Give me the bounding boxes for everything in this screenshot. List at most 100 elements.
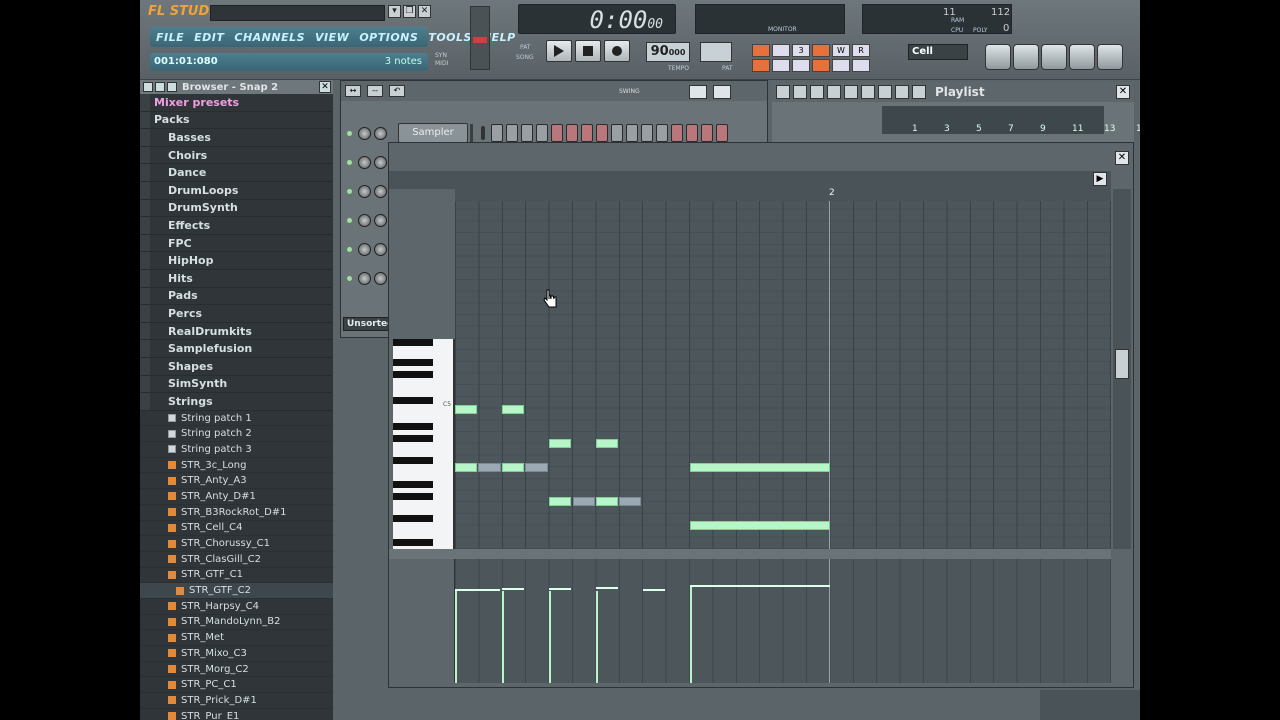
loop-icon[interactable] — [752, 59, 770, 72]
playlist-close-icon[interactable]: ✕ — [1116, 85, 1130, 99]
note-block[interactable] — [478, 463, 501, 472]
pan-knob[interactable] — [358, 126, 371, 140]
vertical-scrollbar[interactable] — [1113, 189, 1131, 549]
playlist-menu-icon[interactable] — [776, 85, 790, 99]
piano-roll-icon[interactable] — [1041, 44, 1067, 70]
file-item[interactable]: STR_Anty_D#1 — [140, 489, 333, 505]
channel-led[interactable] — [347, 217, 352, 223]
browser-snap-icon[interactable] — [167, 82, 177, 92]
scroll-right-icon[interactable]: ▶ — [1093, 172, 1107, 186]
volume-knob[interactable] — [374, 213, 387, 227]
piano-roll-close-icon[interactable]: ✕ — [1115, 151, 1129, 165]
file-item[interactable]: STR_B3RockRot_D#1 — [140, 505, 333, 521]
black-key[interactable] — [393, 493, 433, 500]
step-button[interactable] — [701, 124, 713, 142]
channel-select-light[interactable] — [481, 126, 485, 140]
channel-button[interactable]: Sampler — [398, 123, 468, 143]
tree-item-pack[interactable]: DrumLoops — [140, 181, 333, 200]
rack-dash-icon[interactable]: -- — [367, 85, 383, 97]
note-block[interactable] — [525, 463, 548, 472]
velocity-bar[interactable] — [549, 591, 551, 683]
browser-menu-icon[interactable] — [143, 82, 153, 92]
channel-led[interactable] — [347, 275, 352, 281]
file-item[interactable]: String patch 2 — [140, 426, 333, 443]
tree-item-pack[interactable]: RealDrumkits — [140, 322, 333, 341]
black-key[interactable] — [393, 481, 433, 488]
tree-item-pack[interactable]: Dance — [140, 164, 333, 182]
file-item[interactable]: STR_GTF_C2 — [140, 583, 333, 599]
black-key[interactable] — [393, 339, 433, 346]
pattern-selector[interactable] — [700, 42, 732, 62]
pan-knob[interactable] — [358, 242, 371, 256]
note-block[interactable] — [596, 439, 618, 448]
piano-icon[interactable] — [912, 85, 926, 99]
draw-tool-icon[interactable] — [793, 85, 807, 99]
channel-settings-icon[interactable] — [1097, 44, 1123, 70]
tree-item-pack[interactable]: FPC — [140, 234, 333, 253]
menu-options[interactable]: OPTIONS — [359, 31, 418, 44]
piano-keyboard[interactable]: C5 — [393, 339, 455, 549]
tree-item-pack[interactable]: Effects — [140, 217, 333, 235]
velocity-bar[interactable] — [455, 591, 457, 683]
volume-knob[interactable] — [374, 184, 387, 198]
menu-view[interactable]: VIEW — [315, 31, 349, 44]
close-icon[interactable]: ✕ — [418, 5, 431, 18]
playlist-ruler[interactable]: 13579111315 — [882, 106, 1140, 134]
note-block[interactable] — [690, 521, 830, 530]
black-key[interactable] — [393, 515, 433, 522]
step-button[interactable] — [551, 124, 563, 142]
step-button[interactable] — [611, 124, 623, 142]
step-button[interactable] — [581, 124, 593, 142]
channel-led[interactable] — [347, 188, 352, 194]
note-grid[interactable] — [455, 201, 1111, 549]
play-button[interactable] — [546, 40, 572, 62]
menu-tools[interactable]: TOOLS — [428, 31, 472, 44]
step-button[interactable] — [491, 124, 503, 142]
countdown-icon[interactable]: 3 — [792, 44, 810, 57]
step-sequencer-icon[interactable] — [1013, 44, 1039, 70]
volume-knob[interactable] — [374, 271, 387, 285]
wait-icon[interactable] — [772, 44, 790, 57]
graph-editor-toggle[interactable] — [689, 85, 707, 99]
file-item[interactable]: STR_Met — [140, 630, 333, 646]
file-item[interactable]: STR_Mixo_C3 — [140, 646, 333, 662]
note-block[interactable] — [573, 497, 595, 506]
minimize-icon[interactable]: ▾ — [388, 5, 401, 18]
step-button[interactable] — [566, 124, 578, 142]
black-key[interactable] — [393, 371, 433, 378]
black-key[interactable] — [393, 359, 433, 366]
note-block[interactable] — [549, 497, 571, 506]
step-button[interactable] — [686, 124, 698, 142]
note-block[interactable] — [455, 405, 477, 414]
file-item[interactable]: STR_MandoLynn_B2 — [140, 615, 333, 631]
tree-item-pack[interactable]: Shapes — [140, 357, 333, 376]
browser-close-icon[interactable]: ✕ — [319, 81, 331, 93]
black-key[interactable] — [393, 457, 433, 464]
scroll-thumb[interactable] — [1115, 349, 1129, 379]
file-item[interactable]: String patch 3 — [140, 442, 333, 458]
keyboard-editor-toggle[interactable] — [713, 85, 731, 99]
tree-item-pack[interactable]: Hits — [140, 269, 333, 288]
restore-icon[interactable]: ❐ — [403, 5, 416, 18]
velocity-bar[interactable] — [502, 591, 504, 683]
step-button[interactable] — [716, 124, 728, 142]
menu-file[interactable]: FILE — [156, 31, 184, 44]
tree-item-pack[interactable]: DrumSynth — [140, 199, 333, 218]
delete-tool-icon[interactable] — [827, 85, 841, 99]
note-block[interactable] — [549, 439, 571, 448]
note-block[interactable] — [619, 497, 641, 506]
mixer-icon[interactable] — [1069, 44, 1095, 70]
step-button[interactable] — [641, 124, 653, 142]
black-key[interactable] — [393, 539, 433, 546]
pan-knob[interactable] — [358, 213, 371, 227]
event-editor-separator[interactable] — [389, 549, 1111, 559]
record-button[interactable] — [604, 40, 630, 62]
file-item[interactable]: STR_Pur_E1 — [140, 709, 333, 720]
tree-item-pack[interactable]: Pads — [140, 287, 333, 306]
file-item[interactable]: STR_GTF_C1 — [140, 568, 333, 584]
tree-item-pack[interactable]: Percs — [140, 305, 333, 323]
pan-knob[interactable] — [358, 271, 371, 285]
file-item[interactable]: STR_Cell_C4 — [140, 521, 333, 537]
file-item[interactable]: STR_Anty_A3 — [140, 473, 333, 490]
step-button[interactable] — [536, 124, 548, 142]
